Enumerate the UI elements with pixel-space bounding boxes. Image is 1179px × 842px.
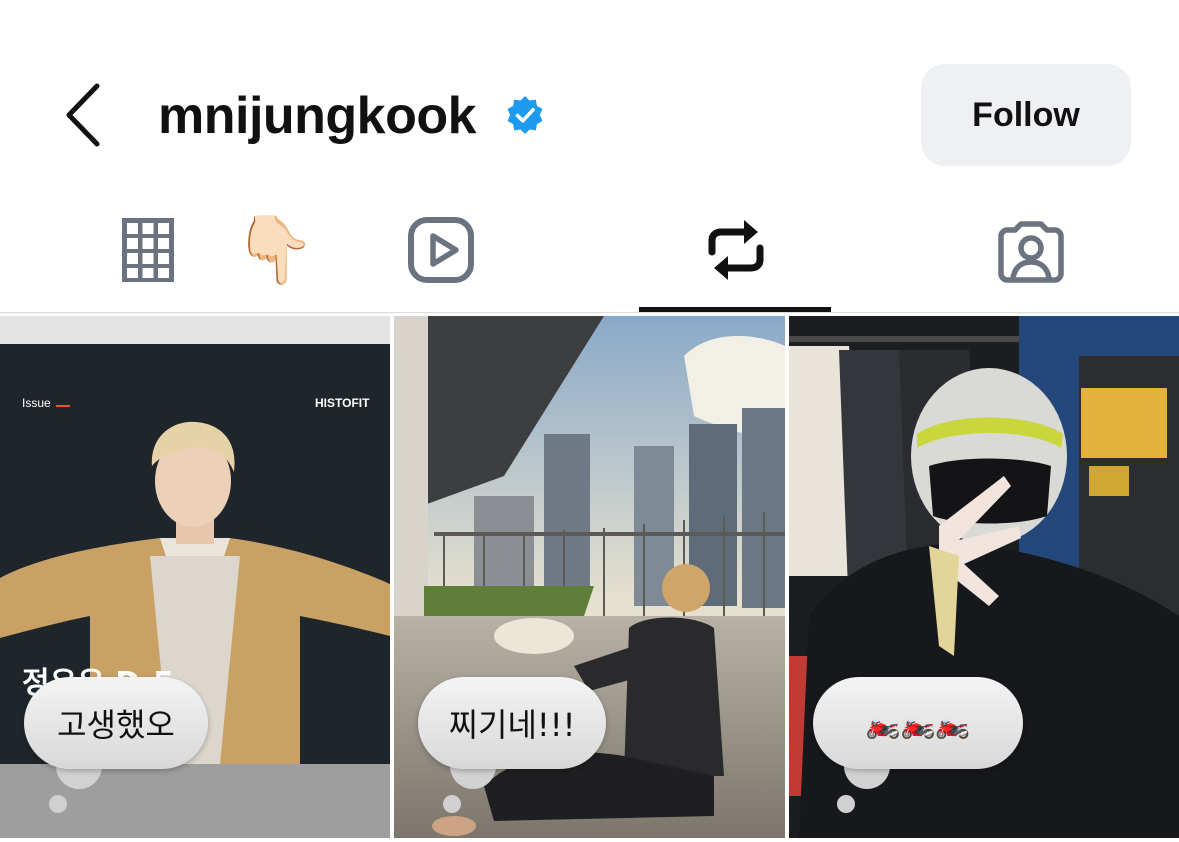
reels-play-icon — [408, 217, 474, 283]
note-dot — [837, 795, 855, 813]
back-button[interactable] — [52, 80, 114, 150]
verified-badge-icon — [507, 96, 543, 134]
repost-icon — [708, 220, 763, 280]
note-dot — [443, 795, 461, 813]
tagged-person-icon — [998, 221, 1064, 283]
tab-posts-grid[interactable] — [100, 200, 195, 300]
tab-tagged[interactable] — [985, 200, 1077, 300]
tab-divider — [0, 312, 1179, 313]
note-bubble-2: 찌기네!!! — [418, 677, 606, 769]
grid-icon — [121, 218, 174, 282]
note-dot — [49, 795, 67, 813]
follow-button[interactable]: Follow — [921, 64, 1131, 166]
note-bubble-1: 고생했오 — [24, 677, 208, 769]
tab-reposts[interactable] — [688, 200, 783, 300]
pointing-down-emoji: 👇🏻 — [233, 212, 317, 286]
note-bubble-3: 🏍️🏍️🏍️ — [813, 677, 1023, 769]
pointing-down-emoji-icon: 👇🏻 — [230, 200, 320, 300]
magazine-accent-line — [56, 405, 70, 407]
chevron-left-icon — [66, 83, 100, 147]
tab-reels[interactable] — [395, 200, 487, 300]
profile-username: mnijungkook — [158, 87, 477, 145]
magazine-brand: HISTOFIT — [315, 396, 370, 410]
magazine-issue-label: Issue — [22, 396, 51, 410]
